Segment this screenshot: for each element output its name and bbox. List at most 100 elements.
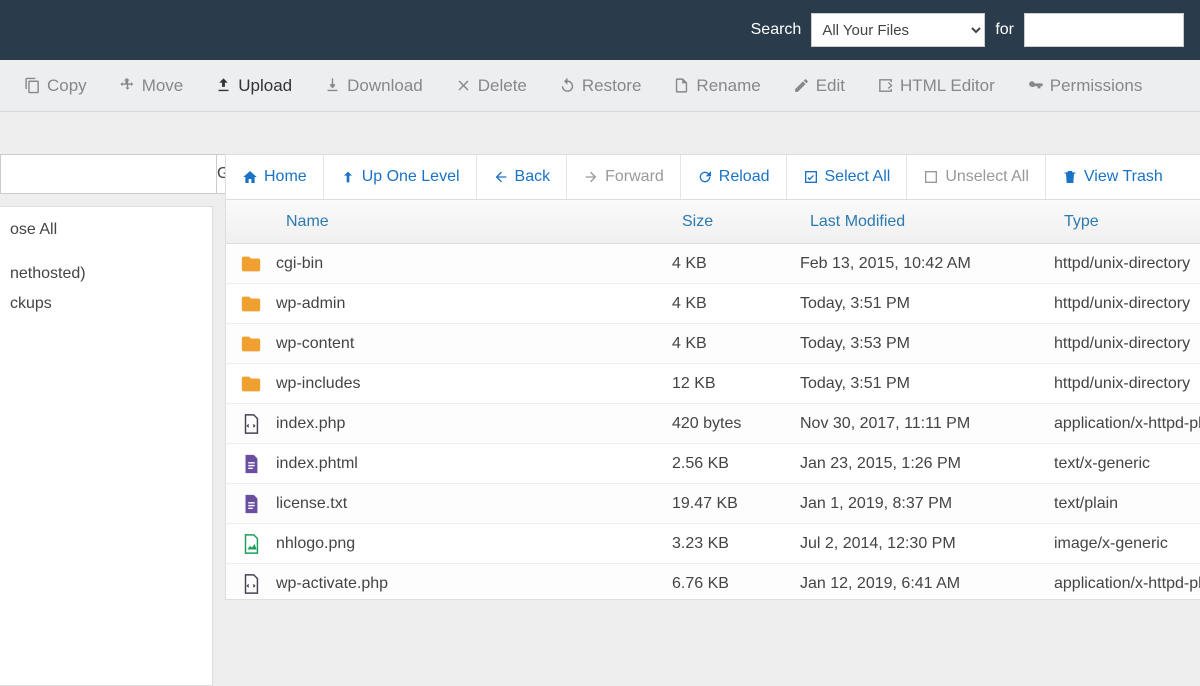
- file-name: wp-includes: [276, 375, 672, 393]
- restore-icon: [559, 77, 576, 94]
- select-all-button[interactable]: Select All: [787, 155, 907, 199]
- file-type: httpd/unix-directory: [1054, 295, 1200, 313]
- key-icon: [1027, 77, 1044, 94]
- search-label: Search: [751, 21, 802, 39]
- copy-button[interactable]: Copy: [10, 70, 101, 102]
- img-icon: [240, 533, 262, 555]
- html-icon: [877, 77, 894, 94]
- edit-button[interactable]: Edit: [779, 70, 859, 102]
- file-name: wp-content: [276, 335, 672, 353]
- forward-arrow-icon: [583, 169, 599, 185]
- file-size: 4 KB: [672, 295, 800, 313]
- select-all-label: Select All: [825, 168, 891, 186]
- file-modified: Today, 3:51 PM: [800, 375, 1054, 393]
- file-size: 12 KB: [672, 375, 800, 393]
- file-size: 2.56 KB: [672, 455, 800, 473]
- back-button[interactable]: Back: [477, 155, 567, 199]
- tree-item[interactable]: ckups: [0, 289, 212, 319]
- file-navbar: Home Up One Level Back Forward Reload Se…: [225, 154, 1200, 200]
- file-type: httpd/unix-directory: [1054, 335, 1200, 353]
- col-name-header[interactable]: Name: [276, 213, 672, 231]
- tree-item[interactable]: nethosted): [0, 259, 212, 289]
- file-name: wp-activate.php: [276, 575, 672, 593]
- file-icon: [673, 77, 690, 94]
- forward-button[interactable]: Forward: [567, 155, 680, 199]
- download-icon: [324, 77, 341, 94]
- folder-icon: [240, 253, 262, 275]
- unselect-all-label: Unselect All: [945, 168, 1029, 186]
- delete-button[interactable]: Delete: [441, 70, 541, 102]
- search-scope-select[interactable]: All Your Files: [811, 13, 985, 47]
- file-modified: Nov 30, 2017, 11:11 PM: [800, 415, 1054, 433]
- upload-button[interactable]: Upload: [201, 70, 306, 102]
- permissions-button[interactable]: Permissions: [1013, 70, 1157, 102]
- directory-tree: ose All nethosted) ckups: [0, 206, 213, 686]
- restore-button[interactable]: Restore: [545, 70, 656, 102]
- table-row[interactable]: nhlogo.png3.23 KBJul 2, 2014, 12:30 PMim…: [226, 524, 1200, 564]
- home-icon: [242, 169, 258, 185]
- doc-icon: [240, 493, 262, 515]
- file-name: nhlogo.png: [276, 535, 672, 553]
- table-row[interactable]: index.phtml2.56 KBJan 23, 2015, 1:26 PMt…: [226, 444, 1200, 484]
- move-label: Move: [142, 76, 184, 96]
- file-name: index.php: [276, 415, 672, 433]
- file-name: license.txt: [276, 495, 672, 513]
- col-size-header[interactable]: Size: [672, 213, 800, 231]
- table-row[interactable]: cgi-bin4 KBFeb 13, 2015, 10:42 AMhttpd/u…: [226, 244, 1200, 284]
- up-arrow-icon: [340, 169, 356, 185]
- table-row[interactable]: wp-activate.php6.76 KBJan 12, 2019, 6:41…: [226, 564, 1200, 600]
- header-bar: Search All Your Files for: [0, 0, 1200, 60]
- permissions-label: Permissions: [1050, 76, 1143, 96]
- folder-icon: [240, 293, 262, 315]
- table-row[interactable]: index.php420 bytesNov 30, 2017, 11:11 PM…: [226, 404, 1200, 444]
- file-table: Name Size Last Modified Type cgi-bin4 KB…: [225, 200, 1200, 600]
- move-button[interactable]: Move: [105, 70, 198, 102]
- upload-label: Upload: [238, 76, 292, 96]
- table-row[interactable]: wp-admin4 KBToday, 3:51 PMhttpd/unix-dir…: [226, 284, 1200, 324]
- path-input[interactable]: [0, 154, 216, 194]
- tree-item-collapse-all[interactable]: ose All: [0, 215, 212, 245]
- file-size: 19.47 KB: [672, 495, 800, 513]
- unselect-all-button[interactable]: Unselect All: [907, 155, 1045, 199]
- download-label: Download: [347, 76, 423, 96]
- reload-button[interactable]: Reload: [681, 155, 786, 199]
- table-row[interactable]: wp-includes12 KBToday, 3:51 PMhttpd/unix…: [226, 364, 1200, 404]
- download-button[interactable]: Download: [310, 70, 437, 102]
- up-label: Up One Level: [362, 168, 460, 186]
- file-type: image/x-generic: [1054, 535, 1200, 553]
- search-input[interactable]: [1024, 13, 1184, 47]
- col-modified-header[interactable]: Last Modified: [800, 213, 1054, 231]
- home-button[interactable]: Home: [226, 155, 323, 199]
- table-header: Name Size Last Modified Type: [226, 200, 1200, 244]
- folder-icon: [240, 373, 262, 395]
- rename-button[interactable]: Rename: [659, 70, 774, 102]
- file-modified: Today, 3:53 PM: [800, 335, 1054, 353]
- file-modified: Jul 2, 2014, 12:30 PM: [800, 535, 1054, 553]
- table-row[interactable]: license.txt19.47 KBJan 1, 2019, 8:37 PMt…: [226, 484, 1200, 524]
- php-icon: [240, 413, 262, 435]
- file-name: cgi-bin: [276, 255, 672, 273]
- file-size: 3.23 KB: [672, 535, 800, 553]
- restore-label: Restore: [582, 76, 642, 96]
- col-type-header[interactable]: Type: [1054, 213, 1200, 231]
- delete-label: Delete: [478, 76, 527, 96]
- file-size: 4 KB: [672, 255, 800, 273]
- file-modified: Feb 13, 2015, 10:42 AM: [800, 255, 1054, 273]
- table-row[interactable]: wp-content4 KBToday, 3:53 PMhttpd/unix-d…: [226, 324, 1200, 364]
- file-name: wp-admin: [276, 295, 672, 313]
- file-modified: Today, 3:51 PM: [800, 295, 1054, 313]
- copy-icon: [24, 77, 41, 94]
- delete-icon: [455, 77, 472, 94]
- php-icon: [240, 573, 262, 595]
- main-toolbar: Copy Move Upload Download Delete Restore…: [0, 60, 1200, 112]
- file-type: application/x-httpd-php: [1054, 575, 1200, 593]
- up-one-level-button[interactable]: Up One Level: [324, 155, 476, 199]
- html-editor-label: HTML Editor: [900, 76, 995, 96]
- file-type: httpd/unix-directory: [1054, 375, 1200, 393]
- view-trash-button[interactable]: View Trash: [1046, 155, 1179, 199]
- file-name: index.phtml: [276, 455, 672, 473]
- view-trash-label: View Trash: [1084, 168, 1163, 186]
- rename-label: Rename: [696, 76, 760, 96]
- html-editor-button[interactable]: HTML Editor: [863, 70, 1009, 102]
- folder-icon: [240, 333, 262, 355]
